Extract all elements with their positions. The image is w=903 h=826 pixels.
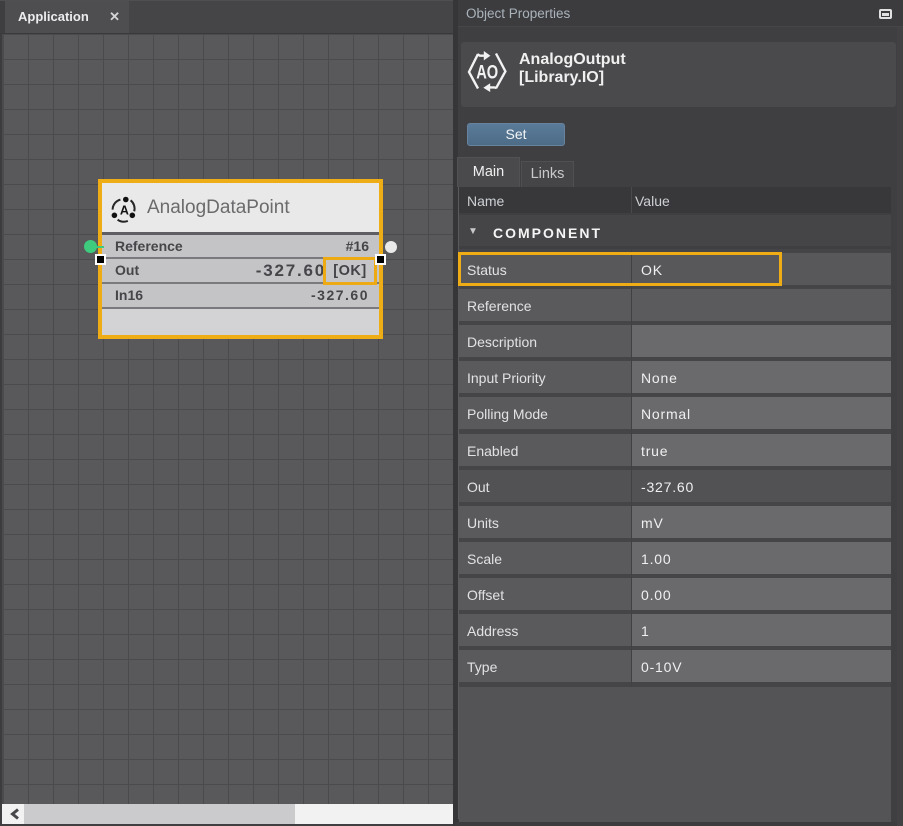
svg-text:A: A: [120, 203, 129, 217]
svg-text:AO: AO: [476, 63, 498, 84]
